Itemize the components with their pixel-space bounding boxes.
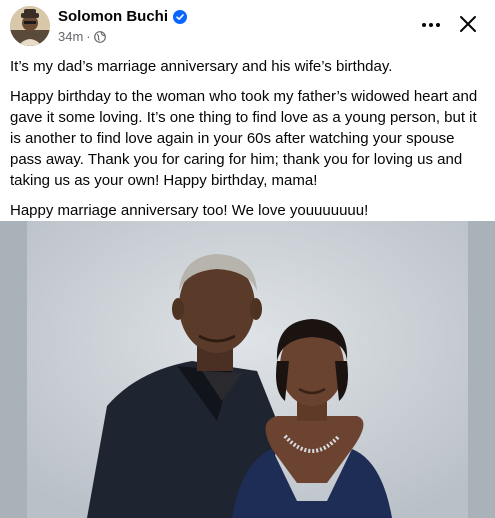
post-paragraph: Happy marriage anniversary too! We love …	[10, 202, 369, 219]
post-photo-container[interactable]	[0, 221, 495, 518]
post-paragraph: It’s my dad’s marriage anniversary and h…	[10, 58, 393, 75]
post-timestamp[interactable]: 34m	[58, 29, 83, 44]
post-photo[interactable]	[27, 221, 468, 518]
post-text: It’s my dad’s marriage anniversary and h…	[10, 56, 488, 230]
author-name-text[interactable]: Solomon Buchi	[58, 8, 168, 25]
post-paragraph: Happy birthday to the woman who took my …	[10, 88, 478, 189]
more-options-button[interactable]	[416, 12, 446, 38]
verified-badge-icon	[173, 9, 187, 24]
couple-photo-image	[27, 221, 468, 518]
meta-separator: ·	[86, 29, 91, 44]
post-header: Solomon Buchi 34m ·	[0, 0, 495, 50]
author-name[interactable]: Solomon Buchi	[58, 8, 187, 25]
more-dot-icon	[429, 23, 433, 27]
more-dot-icon	[436, 23, 440, 27]
avatar[interactable]	[10, 6, 50, 46]
globe-icon[interactable]	[93, 30, 106, 43]
more-dot-icon	[422, 23, 426, 27]
close-icon[interactable]	[456, 12, 480, 36]
facebook-post: Solomon Buchi 34m · It’s my dad’s marria…	[0, 0, 495, 518]
post-meta: 34m ·	[58, 29, 106, 44]
avatar-image	[10, 6, 50, 46]
